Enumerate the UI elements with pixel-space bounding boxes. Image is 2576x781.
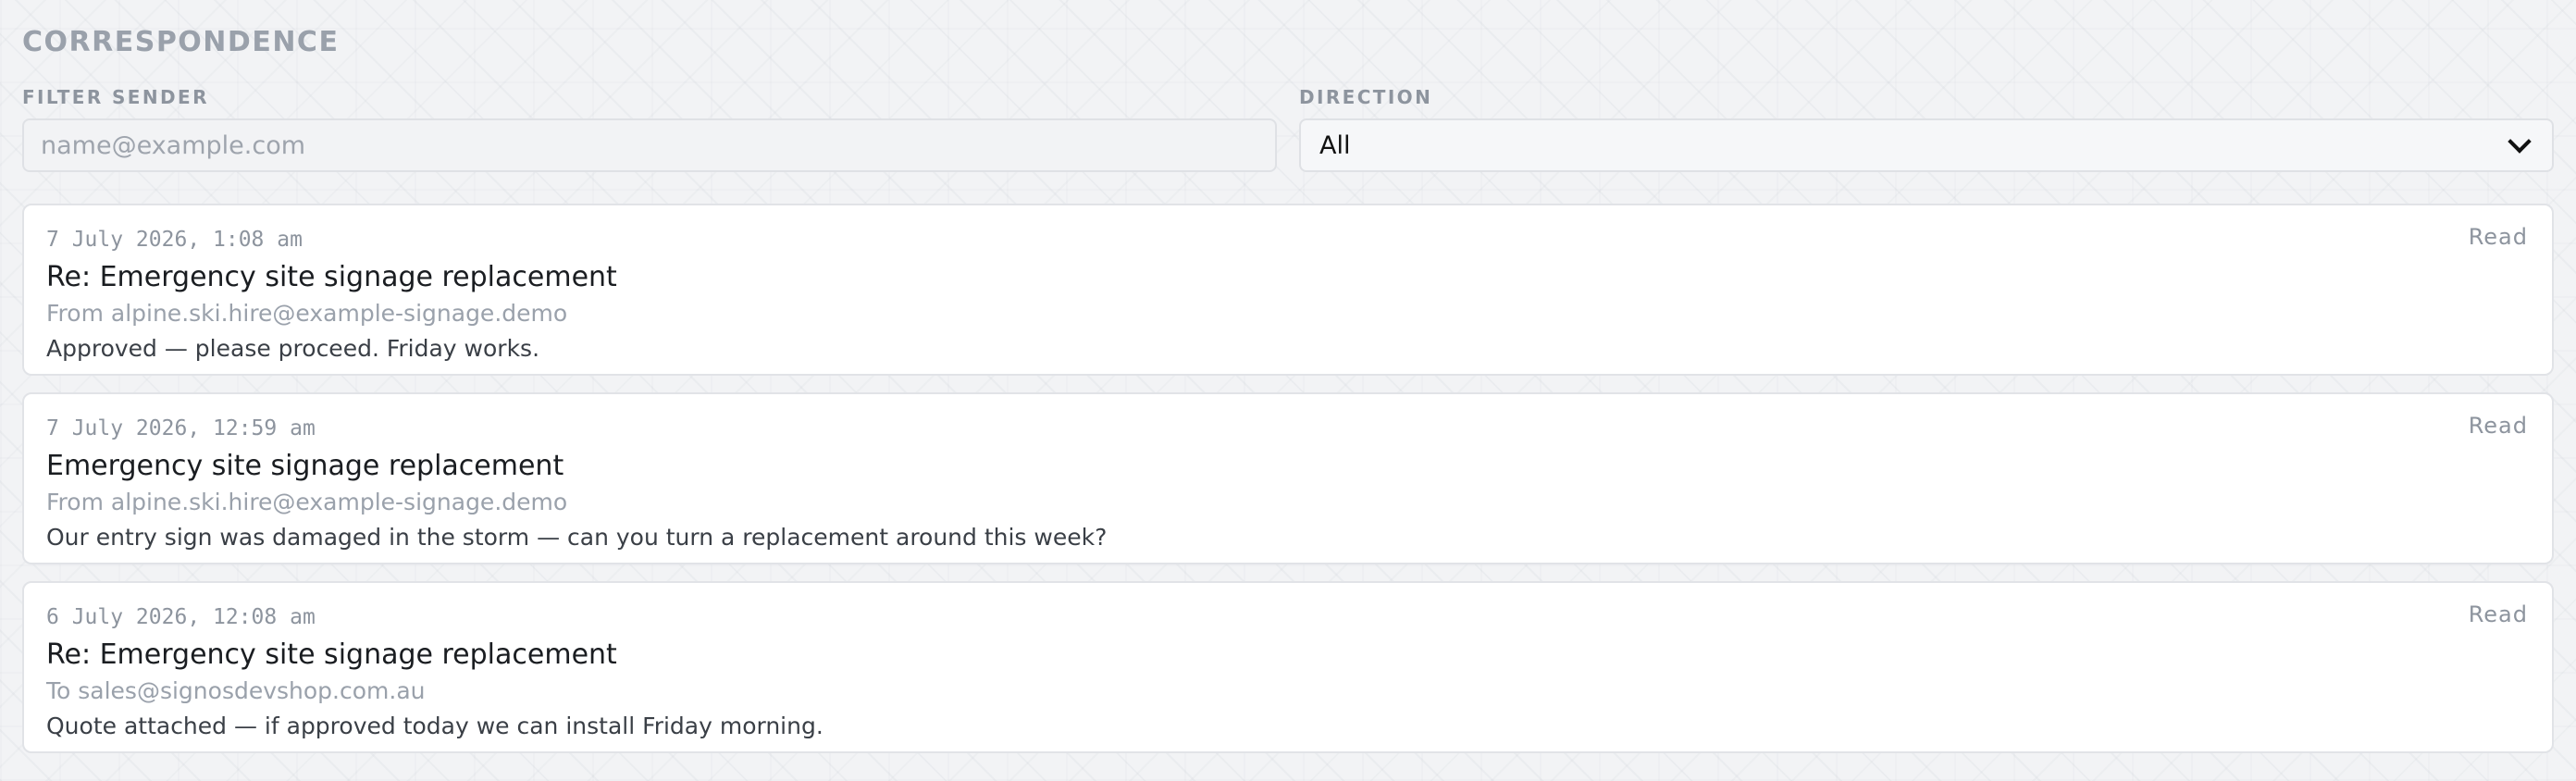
message-date: 7 July 2026, 1:08 am bbox=[46, 228, 303, 252]
direction-label: DIRECTION bbox=[1299, 86, 1433, 108]
message-party: From alpine.ski.hire@example-signage.dem… bbox=[46, 300, 568, 327]
message-party: From alpine.ski.hire@example-signage.dem… bbox=[46, 489, 568, 515]
direction-select[interactable]: All bbox=[1299, 118, 2554, 172]
message-list: 7 July 2026, 1:08 am Read Re: Emergency … bbox=[22, 204, 2554, 753]
message-status: Read bbox=[2468, 601, 2528, 627]
message-card[interactable]: 6 July 2026, 12:08 am Read Re: Emergency… bbox=[22, 581, 2554, 753]
message-status: Read bbox=[2468, 224, 2528, 250]
message-snippet: Approved — please proceed. Friday works. bbox=[46, 335, 540, 362]
message-snippet: Quote attached — if approved today we ca… bbox=[46, 713, 824, 739]
message-card[interactable]: 7 July 2026, 1:08 am Read Re: Emergency … bbox=[22, 204, 2554, 376]
message-subject: Re: Emergency site signage replacement bbox=[46, 261, 617, 293]
message-subject: Re: Emergency site signage replacement bbox=[46, 638, 617, 671]
filter-sender-label: FILTER SENDER bbox=[22, 86, 209, 108]
page-title: CORRESPONDENCE bbox=[22, 26, 340, 58]
chevron-down-icon bbox=[2508, 130, 2532, 154]
message-card[interactable]: 7 July 2026, 12:59 am Read Emergency sit… bbox=[22, 392, 2554, 564]
direction-selected-value: All bbox=[1319, 130, 1351, 160]
filter-sender-input[interactable] bbox=[22, 118, 1277, 172]
message-subject: Emergency site signage replacement bbox=[46, 450, 564, 482]
message-date: 6 July 2026, 12:08 am bbox=[46, 605, 316, 629]
message-status: Read bbox=[2468, 413, 2528, 439]
message-date: 7 July 2026, 12:59 am bbox=[46, 416, 316, 440]
message-party: To sales@signosdevshop.com.au bbox=[46, 677, 426, 704]
message-snippet: Our entry sign was damaged in the storm … bbox=[46, 524, 1108, 551]
